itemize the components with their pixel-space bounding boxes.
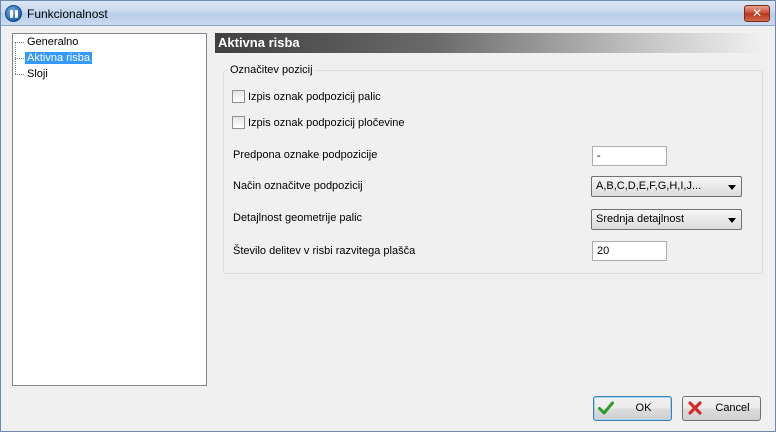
tree-item-generalno[interactable]: Generalno [15, 35, 80, 49]
ok-button-label: OK [635, 402, 652, 414]
tree-item-label: Aktivna risba [25, 52, 92, 64]
dialog-window: Funkcionalnost ✕ Generalno Aktivna risba… [0, 0, 776, 432]
window-title: Funkcionalnost [27, 7, 108, 21]
checkbox-label: Izpis oznak podpozicij pločevine [248, 117, 405, 129]
category-tree [12, 33, 207, 386]
tree-item-label: Sloji [27, 68, 48, 80]
cancel-x-icon [688, 401, 702, 415]
page-title: Aktivna risba [215, 33, 763, 53]
ok-button[interactable]: OK [593, 396, 672, 421]
detail-select[interactable]: Srednja detajlnost [591, 209, 742, 230]
mode-select-value: A,B,C,D,E,F,G,H,I,J... [596, 180, 702, 192]
group-title: Označitev pozicij [230, 64, 313, 76]
mode-select[interactable]: A,B,C,D,E,F,G,H,I,J... [591, 176, 742, 197]
checkbox-box[interactable] [232, 116, 245, 129]
cancel-button-label: Cancel [715, 402, 750, 414]
prefix-input[interactable]: - [592, 146, 667, 166]
checkbox-bar-subposition-labels[interactable]: Izpis oznak podpozicij palic [232, 90, 381, 104]
divisions-input[interactable]: 20 [592, 241, 667, 261]
chevron-down-icon[interactable] [728, 218, 736, 223]
checkbox-label: Izpis oznak podpozicij palic [248, 91, 381, 103]
checkbox-plate-subposition-labels[interactable]: Izpis oznak podpozicij pločevine [232, 116, 405, 130]
cancel-button[interactable]: Cancel [682, 396, 761, 421]
prefix-label: Predpona oznake podpozicije [233, 149, 378, 161]
chevron-down-icon[interactable] [728, 185, 736, 190]
app-logo-icon [5, 5, 22, 22]
tree-item-sloji[interactable]: Sloji [15, 67, 50, 81]
detail-label: Detajlnost geometrije palic [233, 212, 363, 224]
mode-label: Način označitve podpozicij [233, 180, 363, 192]
close-button[interactable]: ✕ [744, 5, 770, 22]
checkbox-box[interactable] [232, 90, 245, 103]
divisions-label: Število delitev v risbi razvitega plašča [233, 245, 416, 257]
detail-select-value: Srednja detajlnost [596, 213, 685, 225]
tree-item-label: Generalno [27, 36, 79, 48]
checkmark-icon [598, 401, 614, 415]
tree-item-aktivna-risba[interactable]: Aktivna risba [15, 51, 92, 65]
title-bar[interactable]: Funkcionalnost ✕ [1, 1, 775, 26]
